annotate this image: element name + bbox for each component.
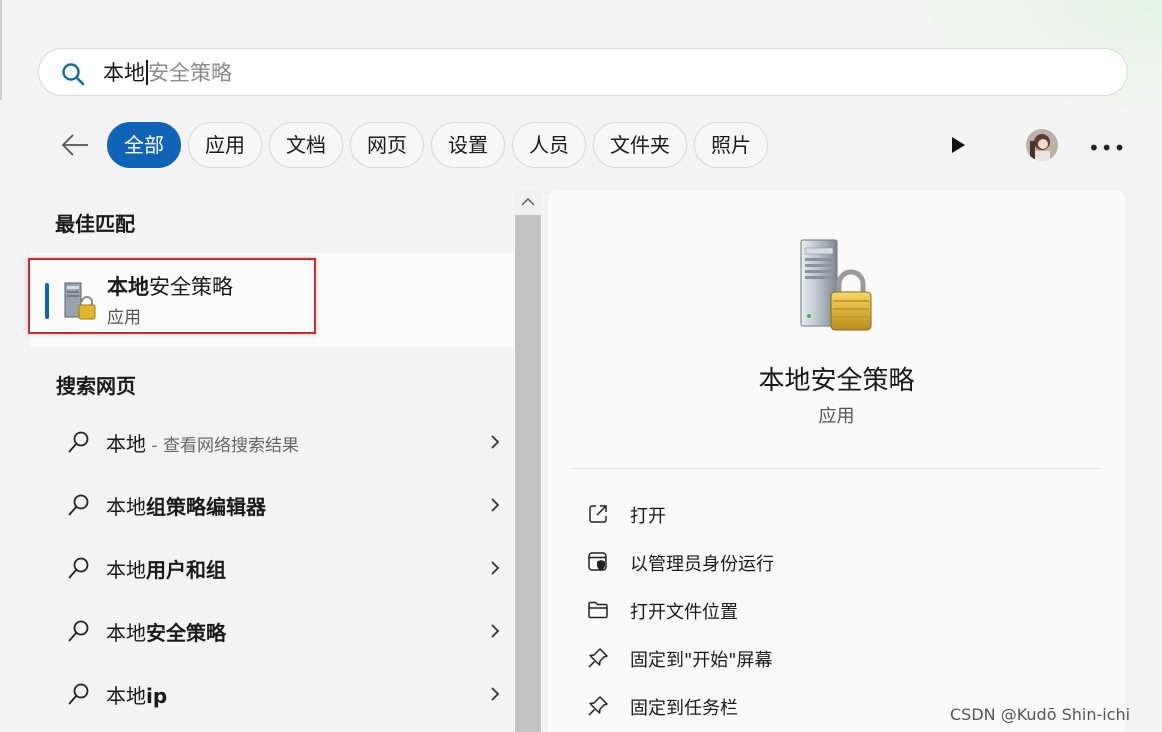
folder-icon	[588, 601, 608, 619]
web-result-prefix: 本地	[106, 495, 146, 519]
action-pin-to-start[interactable]: 固定到"开始"屏幕	[586, 640, 1106, 676]
user-avatar[interactable]	[1026, 129, 1058, 161]
filter-tab-people[interactable]: 人员	[512, 122, 586, 168]
scrollbar-thumb[interactable]	[515, 215, 541, 732]
filter-tab-apps[interactable]: 应用	[188, 122, 262, 168]
filter-tab-all[interactable]: 全部	[107, 122, 181, 168]
web-result-item[interactable]: 本地ip	[55, 664, 510, 724]
web-result-bold: 用户和组	[146, 558, 226, 582]
web-result-prefix: 本地	[106, 621, 146, 645]
web-result-bold: ip	[146, 684, 168, 708]
search-typed-text: 本地	[103, 61, 145, 85]
back-arrow-icon[interactable]	[60, 132, 90, 158]
search-suggestion-text: 安全策略	[148, 61, 232, 85]
action-label: 以管理员身份运行	[630, 554, 774, 575]
window-edge	[0, 0, 2, 100]
filter-tab-folders[interactable]: 文件夹	[593, 122, 687, 168]
filter-tabs: 全部 应用 文档 网页 设置 人员 文件夹 照片	[107, 122, 768, 168]
filter-tab-documents[interactable]: 文档	[269, 122, 343, 168]
web-result-prefix: 本地	[106, 684, 146, 708]
search-icon	[68, 557, 89, 579]
chevron-right-icon	[491, 498, 500, 512]
action-open[interactable]: 打开	[586, 496, 1106, 532]
web-result-text: 本地用户和组	[106, 554, 226, 583]
detail-divider	[571, 468, 1101, 469]
action-open-file-location[interactable]: 打开文件位置	[586, 592, 1106, 628]
more-options-icon[interactable]: •••	[1088, 136, 1126, 160]
action-run-as-admin[interactable]: 以管理员身份运行	[586, 544, 1106, 580]
web-result-text: 本地安全策略	[106, 617, 226, 646]
search-icon	[68, 683, 89, 705]
action-label: 固定到任务栏	[630, 698, 738, 719]
avatar-image	[1026, 129, 1058, 161]
search-icon	[68, 494, 89, 516]
chevron-right-icon	[491, 561, 500, 575]
action-label: 固定到"开始"屏幕	[630, 650, 773, 671]
security-policy-large-icon	[800, 239, 872, 331]
pin-icon	[588, 648, 608, 668]
web-result-item[interactable]: 本地安全策略	[55, 601, 510, 661]
action-label: 打开文件位置	[630, 602, 738, 623]
search-icon	[68, 620, 89, 642]
chevron-right-icon	[491, 687, 500, 701]
detail-title: 本地安全策略	[758, 366, 915, 396]
web-result-item[interactable]: 本地用户和组	[55, 538, 510, 598]
shield-admin-icon	[588, 552, 607, 571]
web-result-bold: 组策略编辑器	[146, 495, 266, 519]
search-box[interactable]: 本地 安全策略	[38, 48, 1128, 96]
web-result-prefix: 本地	[106, 558, 146, 582]
search-icon	[68, 431, 89, 453]
web-result-bold: 安全策略	[146, 621, 226, 645]
web-result-hint: - 查看网络搜索结果	[146, 436, 299, 456]
best-match-heading: 最佳匹配	[55, 212, 135, 236]
web-result-text: 本地组策略编辑器	[106, 491, 266, 520]
chevron-right-icon	[491, 435, 500, 449]
web-result-item[interactable]: 本地 - 查看网络搜索结果	[55, 412, 510, 472]
open-external-icon	[589, 505, 607, 523]
filter-tab-web[interactable]: 网页	[350, 122, 424, 168]
scroll-up-arrow-icon[interactable]	[521, 197, 535, 207]
web-result-text: 本地ip	[106, 680, 167, 709]
pin-icon	[588, 696, 608, 716]
highlight-annotation-box	[28, 258, 316, 334]
web-result-text: 本地 - 查看网络搜索结果	[106, 428, 299, 457]
results-scrollbar[interactable]	[515, 191, 541, 732]
filter-tab-photos[interactable]: 照片	[694, 122, 768, 168]
search-input[interactable]: 本地 安全策略	[103, 60, 232, 86]
csdn-watermark: CSDN @Kudō Shin-ichi	[950, 705, 1131, 724]
search-web-heading: 搜索网页	[56, 374, 136, 398]
web-result-prefix: 本地	[106, 432, 146, 456]
chevron-right-icon	[491, 624, 500, 638]
web-result-item[interactable]: 本地组策略编辑器	[55, 475, 510, 535]
more-filters-play-icon[interactable]	[952, 137, 965, 153]
detail-type: 应用	[818, 406, 855, 427]
filter-tab-settings[interactable]: 设置	[431, 122, 505, 168]
search-icon	[62, 63, 85, 86]
action-label: 打开	[630, 506, 666, 527]
